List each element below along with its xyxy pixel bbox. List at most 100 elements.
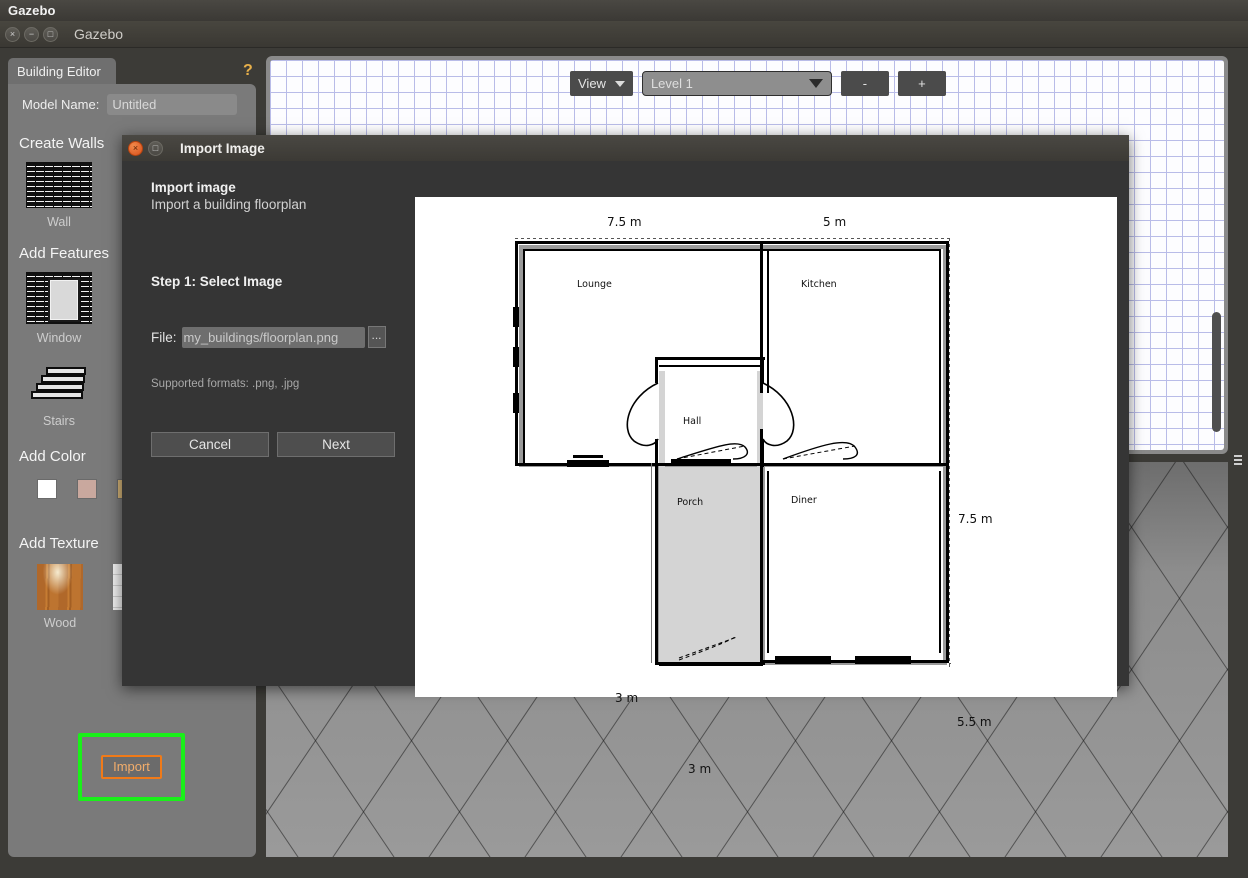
floorplan-preview: 7.5 m 5 m 7.5 m 3 m 3 m 5.5 m Lounge Kit… <box>415 197 1117 776</box>
close-icon[interactable]: × <box>5 26 20 42</box>
window-lounge-west-1 <box>513 307 519 327</box>
dialog-subheading: Import a building floorplan <box>151 197 307 212</box>
wall-diner-left-inner <box>767 471 769 653</box>
browse-button[interactable]: ... <box>367 326 386 348</box>
tool-window[interactable]: Window <box>20 272 98 345</box>
gazebo-titlebar: × − □ Gazebo <box>0 21 1248 48</box>
room-label-kitchen: Kitchen <box>801 279 837 290</box>
wall-porch-right <box>760 463 763 665</box>
maximize-icon[interactable]: □ <box>148 140 163 156</box>
floorplan-drawing: 7.5 m 5 m 7.5 m 3 m 3 m 5.5 m Lounge Kit… <box>415 197 1117 776</box>
dim-porch-height: 3 m <box>615 691 639 705</box>
room-label-porch: Porch <box>677 497 704 508</box>
wall-diner-right-inner <box>939 471 941 653</box>
wall-hall-top-inner <box>659 365 761 367</box>
stairs-icon <box>28 367 90 407</box>
room-label-hall: Hall <box>683 416 702 427</box>
next-button[interactable]: Next <box>277 432 395 457</box>
texture-wood-label: Wood <box>43 616 77 630</box>
color-swatch-white[interactable] <box>37 479 57 499</box>
zoom-in-button[interactable]: + <box>897 71 946 96</box>
dialog-title: Import Image <box>180 140 265 156</box>
window-title: Gazebo <box>74 26 124 42</box>
dim-right-upper: 7.5 m <box>958 512 993 526</box>
dialog-step-title: Step 1: Select Image <box>151 274 283 289</box>
model-name-label: Model Name: <box>22 96 100 112</box>
wall-diner-top <box>760 463 949 466</box>
level-select[interactable]: Level 1 <box>641 71 832 96</box>
wall-lounge-kitchen-inner <box>767 249 769 393</box>
import-button-highlight: Import <box>78 733 185 801</box>
wood-texture-icon <box>37 564 83 610</box>
chevron-down-icon <box>808 79 823 88</box>
window-lounge-west-2 <box>513 347 519 367</box>
global-menu-bar: Gazebo <box>0 0 1248 21</box>
tool-window-label: Window <box>36 331 82 345</box>
room-label-lounge: Lounge <box>577 279 612 290</box>
window-icon <box>26 272 92 324</box>
wall-porch-left <box>655 463 658 665</box>
file-row: File: ... <box>151 326 415 348</box>
window-controls: × − □ <box>5 26 58 42</box>
tab-building-editor[interactable]: Building Editor <box>8 58 116 84</box>
brick-wall-icon <box>26 162 92 208</box>
global-app-name: Gazebo <box>8 3 56 18</box>
model-name-row: Model Name: <box>8 89 256 119</box>
wall-hall-top <box>655 357 765 360</box>
wall-top <box>515 241 949 244</box>
chevron-down-icon <box>614 80 625 87</box>
window-diner-south-1 <box>775 656 831 664</box>
zoom-out-button[interactable]: - <box>840 71 889 96</box>
close-icon[interactable]: × <box>128 140 143 156</box>
model-name-input[interactable] <box>107 93 238 115</box>
wall-top-inner <box>523 249 941 251</box>
tool-wall-label: Wall <box>47 215 71 229</box>
dialog-body: Import image Import a building floorplan… <box>122 161 1129 776</box>
door-porch-north-panel <box>671 459 731 466</box>
color-swatch-dusty-rose[interactable] <box>77 479 97 499</box>
dim-right-lower: 5.5 m <box>957 715 992 729</box>
view-button[interactable]: View <box>570 71 633 96</box>
wall-right-inner <box>939 249 941 463</box>
import-image-dialog: × □ Import Image Import image Import a b… <box>122 135 1129 776</box>
dim-line-top <box>515 238 949 239</box>
dialog-actions: Cancel Next <box>151 432 415 457</box>
tool-wall[interactable]: Wall <box>20 162 98 229</box>
hall-door-fill-left <box>659 371 665 467</box>
dim-top-right: 5 m <box>823 215 847 229</box>
dialog-form: Import image Import a building floorplan… <box>122 161 415 686</box>
wall-left-inner <box>523 249 525 463</box>
wall-hall-left-upper <box>655 357 658 383</box>
help-icon[interactable]: ? <box>243 62 253 80</box>
dialog-heading: Import image <box>151 180 236 195</box>
minimize-icon[interactable]: − <box>24 26 39 42</box>
tool-stairs-label: Stairs <box>43 414 75 428</box>
dim-tick-porch-left <box>651 463 652 663</box>
tab-label: Building Editor <box>17 63 101 79</box>
porch-fill <box>659 467 763 663</box>
window-lounge-west-3 <box>513 393 519 413</box>
wall-diner-right <box>946 463 949 663</box>
dim-porch-width: 3 m <box>688 762 712 776</box>
supported-formats-note: Supported formats: .png, .jpg <box>151 378 300 390</box>
cancel-button[interactable]: Cancel <box>151 432 269 457</box>
wall-right-upper <box>946 241 949 466</box>
dim-tick-porch-bottom <box>659 665 763 666</box>
dim-line-right <box>949 238 950 668</box>
viewport-splitter-handle[interactable] <box>1232 448 1244 472</box>
file-label: File: <box>151 329 177 345</box>
canvas-toolbar: View Level 1 - + <box>570 71 946 96</box>
maximize-icon[interactable]: □ <box>43 26 58 42</box>
texture-wood[interactable]: Wood <box>32 564 88 630</box>
canvas-scrollbar[interactable] <box>1212 312 1221 432</box>
wall-hall-right-upper <box>761 357 764 383</box>
dim-top-left: 7.5 m <box>607 215 642 229</box>
dialog-titlebar: × □ Import Image <box>122 135 1129 161</box>
window-diner-south-2 <box>855 656 911 664</box>
file-path-input[interactable] <box>181 326 365 348</box>
level-value: Level 1 <box>650 76 693 91</box>
window-lounge-south <box>567 460 609 467</box>
window-lounge-south-sill <box>573 455 603 458</box>
import-button[interactable]: Import <box>101 754 162 780</box>
tool-stairs[interactable]: Stairs <box>20 367 98 428</box>
